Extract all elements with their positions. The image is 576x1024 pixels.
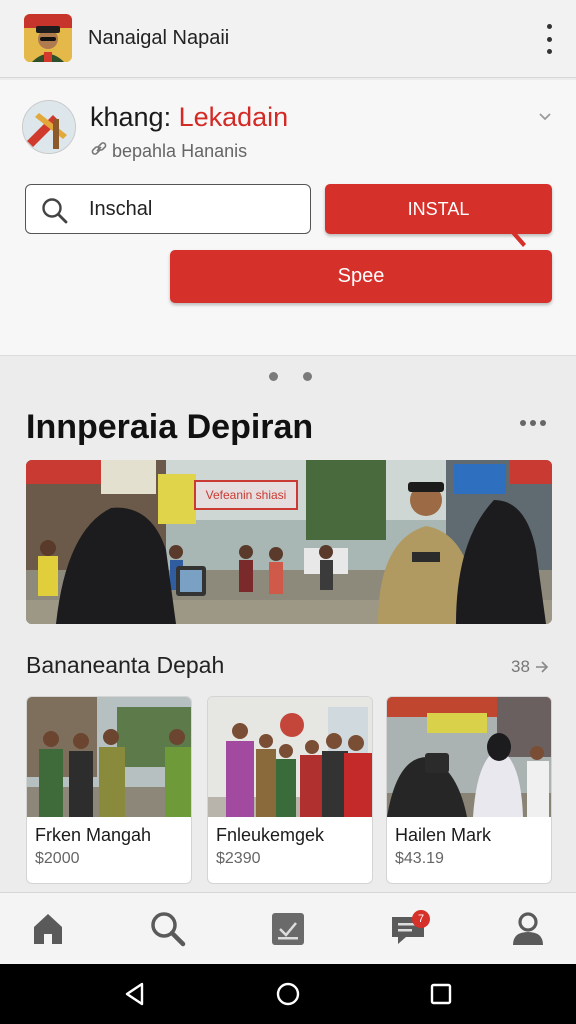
arrow-right-icon <box>535 657 549 676</box>
home-icon[interactable] <box>28 909 68 949</box>
more-options-icon[interactable] <box>520 420 546 426</box>
profile-avatar[interactable] <box>22 100 76 154</box>
featured-section-title: Innperaia Depiran <box>26 408 314 446</box>
listing-item-price: $2000 <box>35 850 80 867</box>
profile-name-prefix: khang: <box>90 102 179 132</box>
event-banner: Vefeanin shiasi <box>194 480 298 510</box>
listing-item-name: Frken Mangah <box>35 825 152 845</box>
system-navigation-bar <box>0 964 576 1024</box>
listing-item-name: Hailen Mark <box>395 825 492 845</box>
kebab-menu-icon[interactable] <box>540 24 558 54</box>
listing-item-price: $2390 <box>216 850 261 867</box>
profile-subtitle: bepahla Hananis <box>90 140 247 163</box>
profile-subtitle-text: bepahla Hananis <box>112 141 248 161</box>
messages-badge: 7 <box>412 910 430 928</box>
cursor-pointer-icon <box>500 212 526 247</box>
listing-section-title: Bananeanta Depah <box>26 652 225 678</box>
profile-name-accent: Lekadain <box>178 102 289 132</box>
listing-image <box>208 697 372 817</box>
listing-card[interactable]: Hailen Mark $43.19 <box>386 696 552 884</box>
listing-item-price: $43.19 <box>395 850 444 867</box>
listing-count: 38 <box>511 657 530 676</box>
search-icon[interactable] <box>148 909 188 949</box>
app-bar: Nanaigal Napaii <box>0 0 576 78</box>
profile-icon[interactable] <box>508 909 548 949</box>
search-input-value: Inschal <box>89 198 153 220</box>
listing-count-link[interactable]: 38 <box>511 657 549 677</box>
home-button-icon[interactable] <box>275 981 301 1007</box>
listing-card[interactable]: Fnleukemgek $2390 <box>207 696 373 884</box>
profile-card: khang: Lekadain bepahla Hananis Inschal … <box>0 80 576 356</box>
officer-avatar-icon <box>24 14 72 62</box>
link-icon <box>90 140 108 163</box>
listing-image <box>387 697 551 817</box>
bottom-navigation <box>0 892 576 964</box>
listing-card[interactable]: Frken Mangah $2000 <box>26 696 192 884</box>
search-input[interactable]: Inschal <box>25 184 311 234</box>
app-title: Nanaigal Napaii <box>88 27 230 49</box>
spee-button[interactable]: Spee <box>170 250 552 303</box>
listing-image <box>27 697 191 817</box>
listing-item-name: Fnleukemgek <box>216 825 325 845</box>
recents-icon[interactable] <box>428 981 454 1007</box>
carousel-indicator[interactable] <box>269 372 312 381</box>
chevron-down-icon[interactable] <box>538 110 552 124</box>
profile-name: khang: Lekadain <box>90 102 288 133</box>
search-icon <box>42 198 68 224</box>
back-icon[interactable] <box>122 981 148 1007</box>
featured-image[interactable]: Vefeanin shiasi <box>26 460 552 624</box>
calendar-icon[interactable] <box>268 909 308 949</box>
